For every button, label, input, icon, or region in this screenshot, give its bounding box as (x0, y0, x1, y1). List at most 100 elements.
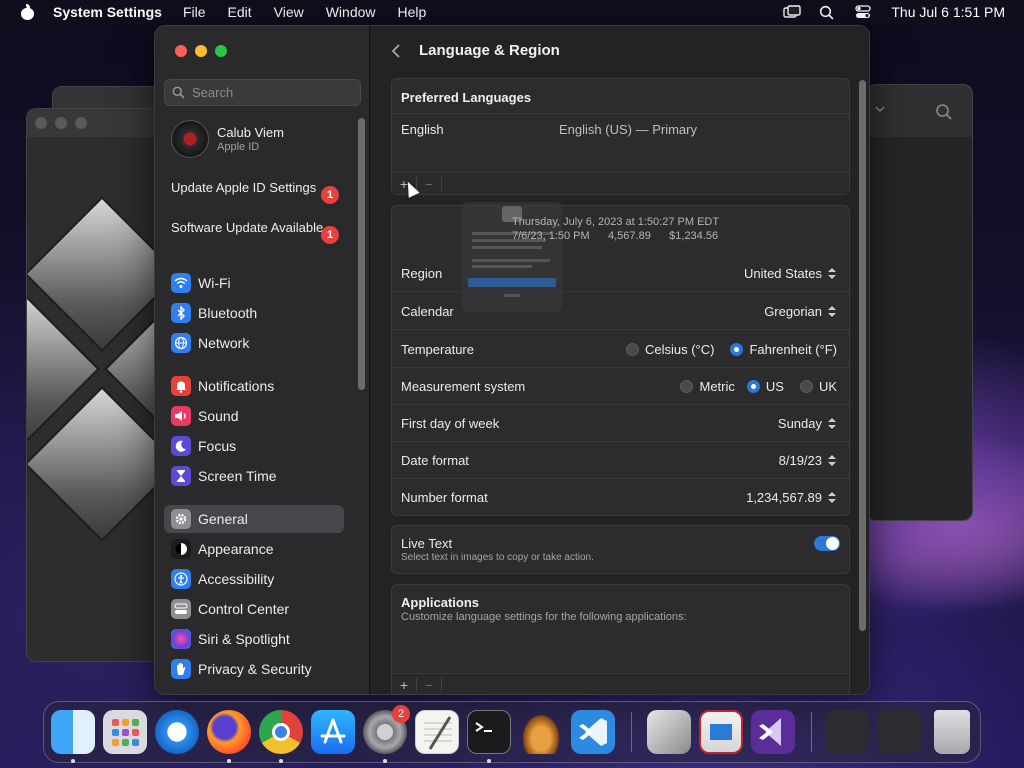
visual-studio-icon[interactable] (751, 710, 795, 754)
sidebar-item-screen-time[interactable]: Screen Time (164, 462, 344, 490)
preferred-languages-header: Preferred Languages (401, 90, 532, 105)
search-icon (172, 86, 185, 99)
sidebar-item-label: Control Center (198, 601, 290, 617)
software-update-item[interactable]: Software Update Available (171, 220, 341, 236)
sidebar-item-general[interactable]: General (164, 505, 344, 533)
menu-view[interactable]: View (274, 4, 304, 20)
sidebar-item-control-center[interactable]: Control Center (164, 595, 344, 623)
vscode-icon[interactable] (571, 710, 615, 754)
system-settings-window: Calub Viem Apple ID Update Apple ID Sett… (154, 25, 870, 695)
menu-edit[interactable]: Edit (228, 4, 252, 20)
sidebar-item-siri-spotlight[interactable]: Siri & Spotlight (164, 625, 344, 653)
control-center-icon[interactable] (855, 5, 873, 19)
celsius-radio[interactable]: Celsius (°C) (625, 342, 714, 357)
number-format-label: Number format (401, 490, 488, 505)
up-down-chevron-icon (827, 267, 837, 281)
apple-id-profile[interactable]: Calub Viem Apple ID (171, 120, 284, 158)
sidebar-item-focus[interactable]: Focus (164, 432, 344, 460)
menu-help[interactable]: Help (398, 4, 427, 20)
profile-name: Calub Viem (217, 125, 284, 140)
up-down-chevron-icon (827, 491, 837, 505)
sidebar-item-label: Bluetooth (198, 305, 258, 321)
zoom-button[interactable] (215, 45, 227, 57)
running-indicator (71, 759, 75, 763)
launchpad-icon[interactable] (103, 710, 147, 754)
sidebar-item-bluetooth[interactable]: Bluetooth (164, 299, 344, 327)
remove-language-button[interactable]: − (417, 176, 441, 192)
minimize-button[interactable] (195, 45, 207, 57)
region-popup[interactable]: United States (744, 266, 837, 281)
content-scrollbar[interactable] (859, 80, 866, 631)
number-format-row[interactable]: Number format 1,234,567.89 (392, 479, 849, 516)
live-text-panel: Live Text Select text in images to copy … (391, 525, 850, 574)
search-field[interactable] (164, 79, 361, 106)
first-day-row[interactable]: First day of week Sunday (392, 405, 849, 442)
parallels-icon[interactable] (699, 710, 743, 754)
menu-file[interactable]: File (183, 4, 206, 20)
garageband-icon[interactable] (519, 710, 563, 754)
terminal-icon[interactable] (467, 710, 511, 754)
chrome-icon[interactable] (259, 710, 303, 754)
spotlight-search-icon[interactable] (819, 5, 837, 20)
firefox-icon[interactable] (207, 710, 251, 754)
sidebar-item-notifications[interactable]: Notifications (164, 372, 344, 400)
language-row[interactable]: English English (US) — Primary (392, 113, 849, 173)
sidebar-item-privacy-security[interactable]: Privacy & Security (164, 655, 344, 683)
avatar (171, 120, 209, 158)
background-window-left[interactable] (26, 108, 166, 662)
remove-application-button[interactable]: − (417, 677, 441, 693)
menu-window[interactable]: Window (326, 4, 376, 20)
downloads-folder-icon[interactable] (877, 710, 921, 754)
date-format-popup[interactable]: 8/19/23 (779, 453, 837, 468)
sidebar-item-appearance[interactable]: Appearance (164, 535, 344, 563)
siri-icon (171, 629, 191, 649)
finder-icon[interactable] (51, 710, 95, 754)
update-apple-id-settings-item[interactable]: Update Apple ID Settings (171, 180, 341, 196)
sidebar-scrollbar[interactable] (358, 118, 365, 390)
bootcamp-icon[interactable] (647, 710, 691, 754)
back-button[interactable] (391, 43, 407, 59)
sidebar-item-wifi[interactable]: Wi-Fi (164, 269, 344, 297)
applications-folder-icon[interactable] (825, 710, 869, 754)
menu-app-name[interactable]: System Settings (53, 4, 162, 20)
fahrenheit-radio[interactable]: Fahrenheit (°F) (730, 342, 837, 357)
menu-clock[interactable]: Thu Jul 6 1:51 PM (891, 4, 1005, 20)
date-format-row[interactable]: Date format 8/19/23 (392, 442, 849, 479)
live-text-title: Live Text (401, 536, 453, 551)
sidebar-item-label: Siri & Spotlight (198, 631, 290, 647)
calendar-popup[interactable]: Gregorian (764, 304, 837, 319)
sidebar-item-network[interactable]: Network (164, 329, 344, 357)
close-button[interactable] (175, 45, 187, 57)
screen-mirroring-icon[interactable] (783, 5, 802, 19)
search-input[interactable] (192, 85, 352, 100)
number-format-popup[interactable]: 1,234,567.89 (746, 490, 837, 505)
textedit-icon[interactable] (415, 710, 459, 754)
trash-icon[interactable] (934, 710, 970, 754)
uk-radio[interactable]: UK (799, 379, 837, 394)
sidebar-item-accessibility[interactable]: Accessibility (164, 565, 344, 593)
live-text-toggle[interactable] (814, 536, 840, 551)
sidebar-item-label: Network (198, 335, 250, 351)
gear-icon (171, 509, 191, 529)
add-application-button[interactable]: + (392, 677, 416, 693)
sidebar-item-sound[interactable]: Sound (164, 402, 344, 430)
app-store-icon[interactable] (311, 710, 355, 754)
menu-bar: System Settings File Edit View Window He… (0, 0, 1024, 24)
background-window-right[interactable] (866, 84, 973, 521)
language-name: English (401, 122, 444, 137)
sidebar-item-label: General (198, 511, 248, 527)
safari-icon[interactable] (155, 710, 199, 754)
format-preview: Thursday, July 6, 2023 at 1:50:27 PM EDT… (392, 202, 849, 312)
running-indicator (279, 759, 283, 763)
measurement-row: Measurement system Metric US UK (392, 368, 849, 405)
region-row[interactable]: Region United States (392, 255, 849, 292)
apple-menu-icon[interactable] (20, 4, 34, 20)
metric-radio[interactable]: Metric (680, 379, 735, 394)
us-radio[interactable]: US (746, 379, 784, 394)
first-day-popup[interactable]: Sunday (778, 416, 837, 431)
applications-subtitle: Customize language settings for the foll… (401, 611, 687, 623)
dock: 2 (43, 701, 981, 763)
calendar-row[interactable]: Calendar Gregorian (392, 293, 849, 330)
sidebar-item-label: Screen Time (198, 468, 277, 484)
applications-panel: Applications Customize language settings… (391, 584, 850, 694)
